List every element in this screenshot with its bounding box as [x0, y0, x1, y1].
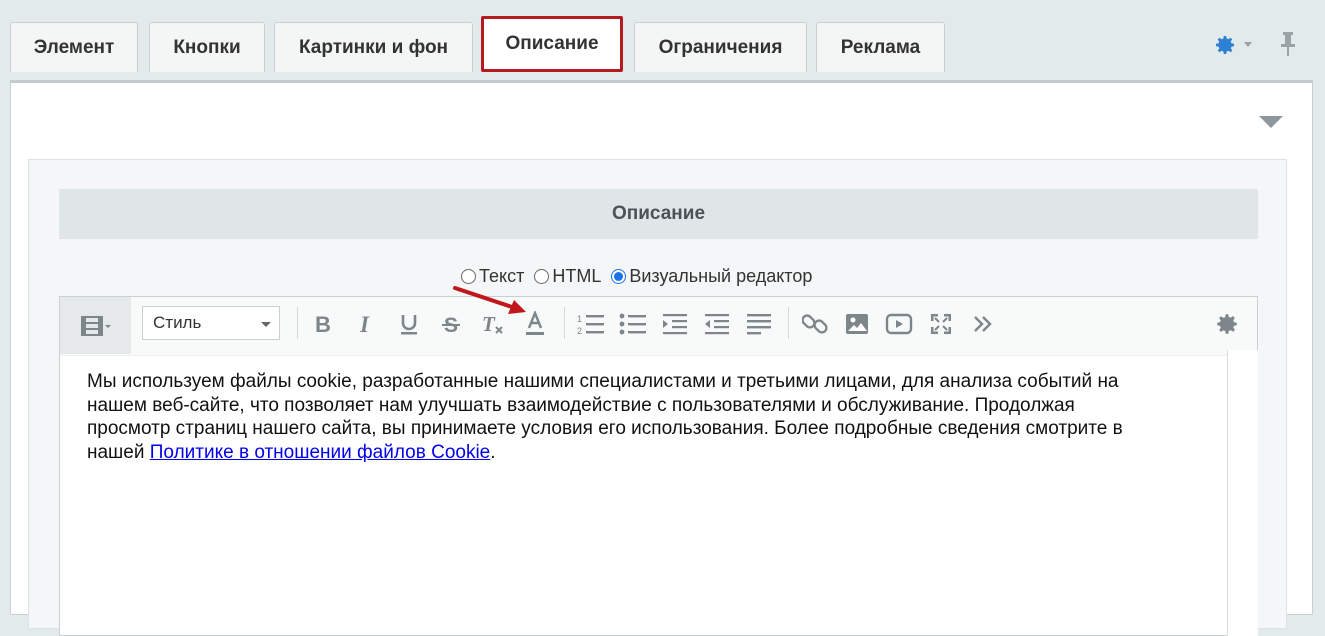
bold-button[interactable]: B [308, 309, 338, 339]
tab-element[interactable]: Элемент [10, 22, 138, 72]
unordered-list-button[interactable] [618, 309, 648, 339]
indent-button[interactable] [660, 309, 690, 339]
mode-visual-editor[interactable]: Визуальный редактор [611, 266, 812, 287]
tab-label: Элемент [33, 36, 115, 58]
tab-label: Описание [505, 33, 599, 54]
fullscreen-button[interactable] [926, 309, 956, 339]
outdent-button[interactable] [702, 309, 732, 339]
content-text: . [490, 441, 496, 463]
chevron-down-icon [261, 322, 271, 327]
section-title: Описание [59, 189, 1258, 239]
text-color-icon [526, 311, 544, 335]
editor-scrollbar[interactable] [1227, 350, 1258, 636]
underline-icon [401, 315, 417, 335]
tab-content-panel: Описание Текст HTML Визуальный редактор [10, 80, 1313, 636]
content-line: просмотр страниц нашего сайта, вы приним… [87, 418, 1123, 439]
strikethrough-button[interactable]: S [436, 309, 466, 339]
bold-icon: B [315, 313, 331, 335]
editor-toolbar: Стиль B I S T 1 2 [60, 297, 1257, 356]
text-color-button[interactable] [520, 309, 550, 339]
style-select[interactable]: Стиль [142, 306, 280, 340]
editor-content[interactable]: Мы используем файлы cookie, разработанны… [87, 370, 1227, 464]
svg-text:B: B [315, 313, 331, 335]
tab-advertising[interactable]: Реклама [816, 22, 945, 72]
link-button[interactable] [800, 309, 830, 339]
svg-text:T: T [482, 312, 496, 336]
content-line: Мы используем файлы cookie, разработанны… [87, 371, 1119, 392]
italic-button[interactable]: I [352, 309, 382, 339]
fullscreen-icon [931, 314, 951, 334]
radio-text[interactable] [461, 268, 476, 284]
svg-text:2: 2 [577, 326, 582, 336]
pin-icon[interactable] [1278, 30, 1298, 58]
tab-images-background[interactable]: Картинки и фон [274, 22, 473, 72]
tab-description[interactable]: Описание [481, 16, 623, 72]
underline-button[interactable] [394, 309, 424, 339]
strikethrough-icon: S [442, 314, 460, 335]
settings-icon[interactable] [1214, 311, 1240, 337]
link-icon [802, 314, 828, 334]
view-mode-button[interactable] [60, 297, 131, 354]
content-line: нашем веб-сайте, что позволяет нам улучш… [87, 394, 1075, 416]
mode-label: Текст [479, 265, 525, 286]
ordered-list-button[interactable]: 12 [576, 309, 606, 339]
tab-buttons[interactable]: Кнопки [149, 22, 265, 72]
more-icon [974, 316, 992, 332]
tab-label: Картинки и фон [298, 36, 449, 58]
remove-format-button[interactable]: T [478, 309, 508, 339]
cookie-policy-link[interactable]: Политике в отношении файлов Cookie [150, 442, 490, 463]
radio-visual-editor[interactable] [611, 268, 627, 284]
view-mode-icon [80, 315, 111, 336]
svg-text:1: 1 [577, 314, 582, 324]
video-button[interactable] [884, 309, 914, 339]
toolbar-divider [788, 307, 789, 339]
tab-label: Ограничения [658, 36, 783, 58]
description-section: Описание Текст HTML Визуальный редактор [28, 159, 1287, 636]
image-button[interactable] [842, 309, 872, 339]
more-button[interactable] [968, 309, 998, 339]
ordered-list-icon: 12 [577, 314, 604, 336]
tab-label: Реклама [840, 36, 921, 58]
mode-text[interactable]: Текст [461, 266, 524, 287]
indent-icon [663, 314, 687, 335]
chevron-down-icon[interactable] [1244, 42, 1252, 47]
mode-label: Визуальный редактор [629, 265, 813, 286]
radio-html[interactable] [534, 268, 550, 284]
italic-icon: I [359, 313, 370, 335]
unordered-list-icon [619, 313, 646, 335]
mode-label: HTML [552, 265, 602, 286]
align-left-icon [747, 314, 771, 335]
align-button[interactable] [744, 309, 774, 339]
video-icon [885, 313, 913, 335]
image-icon [846, 314, 868, 334]
content-text: нашей [87, 441, 150, 463]
outdent-icon [705, 314, 729, 335]
tab-restrictions[interactable]: Ограничения [634, 22, 807, 72]
gear-icon[interactable] [1213, 33, 1237, 57]
visual-editor: Стиль B I S T 1 2 Мы используем файлы co… [59, 296, 1258, 636]
tab-label: Кнопки [173, 36, 241, 58]
remove-format-icon: T [482, 312, 503, 336]
svg-text:I: I [359, 313, 370, 335]
style-select-value: Стиль [153, 313, 202, 332]
content-line: нашей Политике в отношении файлов Cookie… [87, 441, 1227, 465]
editor-mode-selector: Текст HTML Визуальный редактор [461, 264, 822, 288]
mode-html[interactable]: HTML [534, 266, 601, 287]
toolbar-divider [297, 307, 298, 339]
collapse-arrow-icon[interactable] [1259, 116, 1283, 128]
toolbar-divider [564, 307, 565, 339]
